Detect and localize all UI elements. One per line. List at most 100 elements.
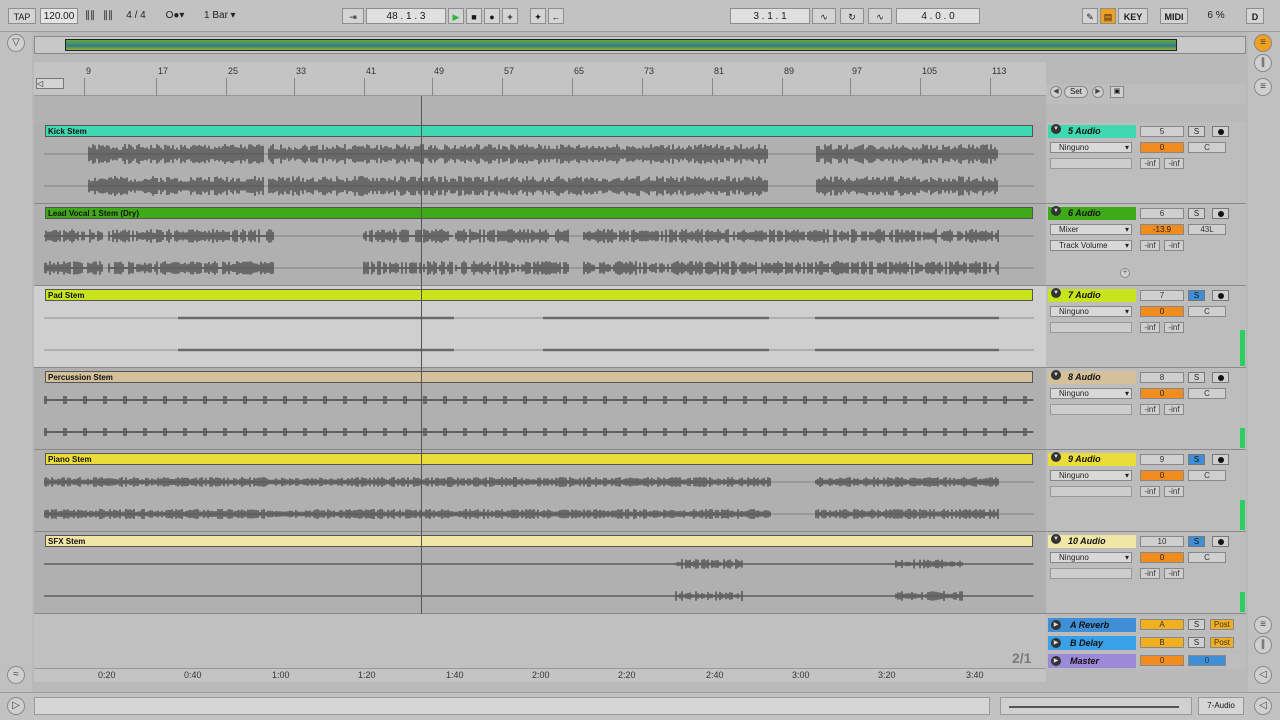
input-dropdown[interactable]: Ninguno [1050, 388, 1132, 399]
record-icon[interactable]: ● [484, 8, 500, 24]
detail-view-icon[interactable]: ◁ [1254, 666, 1272, 684]
waveform[interactable] [44, 390, 1034, 410]
fold-icon[interactable]: ▼ [1051, 288, 1061, 298]
add-lane-icon[interactable]: + [1120, 268, 1130, 278]
pan-field[interactable]: 43L [1188, 224, 1226, 235]
beat-time-ruler[interactable]: 9 17 25 33 41 49 57 65 73 81 89 97 105 113 ◁ [34, 62, 1046, 96]
input-dropdown[interactable]: Ninguno [1050, 552, 1132, 563]
track-lane-8[interactable]: Percussion Stem [34, 368, 1046, 450]
waveform[interactable] [44, 340, 1034, 360]
track-name[interactable]: 8 Audio [1048, 371, 1136, 384]
fold-icon[interactable]: ▶ [1051, 656, 1061, 666]
lock-icon[interactable]: ▣ [1110, 86, 1124, 98]
arrangement-area[interactable]: Kick Stem Lead Vocal 1 Stem (Dry) Pad Stem… [34, 96, 1046, 614]
waveform[interactable] [44, 226, 1034, 246]
fold-icon[interactable]: ▼ [1051, 452, 1061, 462]
loop-length-field[interactable]: 4 . 0 . 0 [896, 8, 980, 24]
solo-button[interactable]: S [1188, 290, 1205, 301]
help-view-icon[interactable]: ≈ [7, 666, 25, 684]
back-to-arrangement-icon[interactable]: ← [548, 8, 564, 24]
record-arm-button[interactable] [1212, 454, 1229, 465]
nudge-up-icon[interactable]: ∥∥ [100, 8, 116, 24]
waveform[interactable] [44, 176, 1034, 196]
punch-in-icon[interactable]: ∿ [812, 8, 836, 24]
volume-field[interactable]: 0 [1140, 306, 1184, 317]
track-lane-5[interactable]: Kick Stem [34, 122, 1046, 204]
input-channel-field[interactable] [1050, 568, 1132, 579]
nudge-down-icon[interactable]: ∥∥ [82, 8, 98, 24]
metronome-icon[interactable]: O●▾ [160, 8, 190, 24]
input-channel-field[interactable] [1050, 486, 1132, 497]
pan-field[interactable]: C [1188, 306, 1226, 317]
chevron-down-icon[interactable]: ▾ [228, 8, 238, 24]
session-view-icon[interactable]: ∥ [1254, 54, 1272, 72]
pan-field[interactable]: C [1188, 388, 1226, 399]
waveform[interactable] [44, 258, 1034, 278]
next-locator-icon[interactable]: ▶ [1092, 86, 1104, 98]
waveform[interactable] [44, 554, 1034, 574]
time-signature-field[interactable]: 4 / 4 [120, 8, 152, 24]
send-button[interactable]: B [1140, 637, 1184, 648]
volume-field[interactable]: 0 [1140, 142, 1184, 153]
solo-button[interactable]: S [1188, 454, 1205, 465]
pan-field[interactable]: C [1188, 552, 1226, 563]
clip-header[interactable]: SFX Stem [45, 535, 1033, 547]
loop-brace[interactable]: ◁ [36, 78, 64, 89]
send-button[interactable]: A [1140, 619, 1184, 630]
input-dropdown[interactable]: Ninguno [1050, 142, 1132, 153]
detail-toggle-icon[interactable]: ◁ [1254, 697, 1272, 715]
input-dropdown[interactable]: Ninguno [1050, 470, 1132, 481]
post-button[interactable]: Post [1210, 637, 1234, 648]
fold-icon[interactable]: ▼ [1051, 534, 1061, 544]
arrangement-position-field[interactable]: 48 . 1 . 3 [366, 8, 446, 24]
clip-header[interactable]: Percussion Stem [45, 371, 1033, 383]
time-ruler[interactable]: 0:20 0:40 1:00 1:20 1:40 2:00 2:20 2:40 3:00 3:20… [34, 668, 1046, 682]
automation-param-dropdown[interactable]: Track Volume [1050, 240, 1132, 251]
input-channel-field[interactable] [1050, 158, 1132, 169]
waveform[interactable] [44, 504, 1034, 524]
midi-map-button[interactable]: MIDI [1160, 8, 1188, 24]
clip-header[interactable]: Piano Stem [45, 453, 1033, 465]
waveform[interactable] [44, 144, 1034, 164]
track-name[interactable]: 6 Audio [1048, 207, 1136, 220]
solo-button[interactable]: S [1188, 619, 1205, 630]
mixer-toggle-icon[interactable]: ≡ [1254, 616, 1272, 634]
waveform[interactable] [44, 308, 1034, 328]
loop-start-field[interactable]: 3 . 1 . 1 [730, 8, 810, 24]
arrangement-view-icon[interactable]: ≡ [1254, 78, 1272, 96]
track-lane-7[interactable]: Pad Stem [34, 286, 1046, 368]
track-name[interactable]: 9 Audio [1048, 453, 1136, 466]
fold-icon[interactable]: ▶ [1051, 620, 1061, 630]
track-name[interactable]: 5 Audio [1048, 125, 1136, 138]
io-toggle-icon[interactable]: ∥ [1254, 636, 1272, 654]
track-lane-6[interactable]: Lead Vocal 1 Stem (Dry) [34, 204, 1046, 286]
pan-field[interactable]: C [1188, 470, 1226, 481]
return-name[interactable]: A Reverb [1048, 618, 1136, 632]
clip-header[interactable]: Lead Vocal 1 Stem (Dry) [45, 207, 1033, 219]
waveform[interactable] [44, 586, 1034, 606]
solo-button[interactable]: S [1188, 208, 1205, 219]
detail-overview[interactable] [1000, 697, 1192, 715]
play-icon[interactable]: ▶ [448, 8, 464, 24]
prev-locator-icon[interactable]: ◀ [1050, 86, 1062, 98]
punch-out-icon[interactable]: ∿ [868, 8, 892, 24]
fold-icon[interactable]: ▼ [1051, 206, 1061, 216]
volume-field[interactable]: 0 [1140, 388, 1184, 399]
input-dropdown[interactable]: Mixer [1050, 224, 1132, 235]
input-channel-field[interactable] [1050, 404, 1132, 415]
solo-button[interactable]: S [1188, 126, 1205, 137]
tempo-field[interactable]: 120.00 [40, 8, 78, 24]
send-button[interactable]: 0 [1140, 655, 1184, 666]
solo-button[interactable]: S [1188, 637, 1205, 648]
fold-icon[interactable]: ▼ [1051, 370, 1061, 380]
clip-header[interactable]: Kick Stem [45, 125, 1033, 137]
input-dropdown[interactable]: Ninguno [1050, 306, 1132, 317]
track-lane-9[interactable]: Piano Stem [34, 450, 1046, 532]
track-name[interactable]: 7 Audio [1048, 289, 1136, 302]
follow-icon[interactable]: ⇥ [342, 8, 364, 24]
record-arm-button[interactable] [1212, 536, 1229, 547]
overview-waveform[interactable] [65, 39, 1177, 51]
record-arm-button[interactable] [1212, 290, 1229, 301]
fold-icon[interactable]: ▶ [1051, 638, 1061, 648]
loop-switch-icon[interactable]: ↻ [840, 8, 864, 24]
